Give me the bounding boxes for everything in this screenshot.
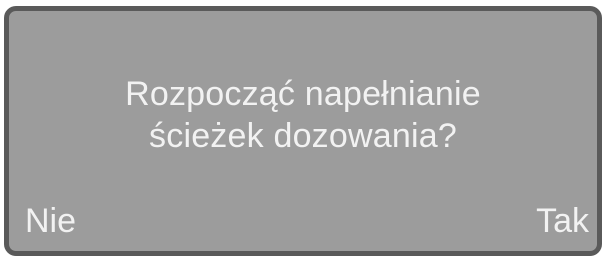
message-line-2: ścieżek dozowania? <box>149 117 457 155</box>
display-screen: Rozpocząć napełnianie ścieżek dozowania?… <box>4 6 602 256</box>
message-line-1: Rozpocząć napełnianie <box>125 75 481 113</box>
yes-button[interactable]: Tak <box>536 201 589 241</box>
no-button[interactable]: Nie <box>25 201 76 241</box>
confirmation-message: Rozpocząć napełnianie ścieżek dozowania? <box>9 73 597 157</box>
